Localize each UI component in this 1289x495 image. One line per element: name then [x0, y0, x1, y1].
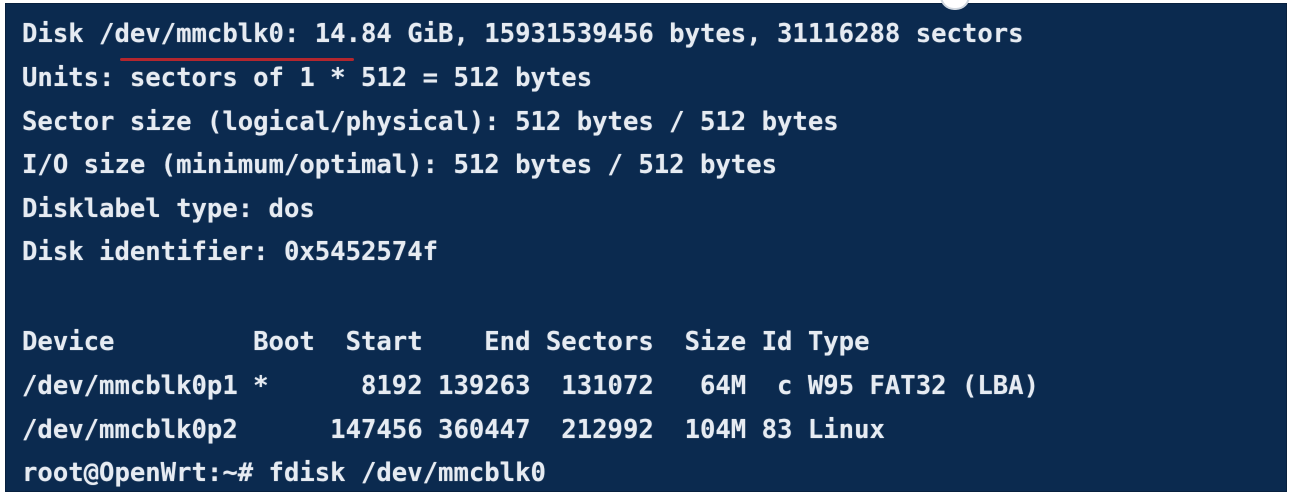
partition-row-1: /dev/mmcblk0p1 * 8192 139263 131072 64M … — [22, 371, 1039, 401]
partition-table-header: Device Boot Start End Sectors Size Id Ty… — [22, 327, 870, 357]
units-line: Units: sectors of 1 * 512 = 512 bytes — [22, 63, 593, 93]
partition-row-2: /dev/mmcblk0p2 147456 360447 212992 104M… — [22, 415, 885, 445]
window-notch — [940, 0, 970, 10]
disklabel-line: Disklabel type: dos — [22, 194, 315, 224]
terminal-window[interactable]: Disk /dev/mmcblk0: 14.84 GiB, 1593153945… — [5, 0, 1287, 492]
disk-summary-line: Disk /dev/mmcblk0: 14.84 GiB, 1593153945… — [22, 19, 1024, 49]
sector-size-line: Sector size (logical/physical): 512 byte… — [22, 107, 839, 137]
shell-prompt-line[interactable]: root@OpenWrt:~# fdisk /dev/mmcblk0 — [22, 457, 546, 489]
disk-identifier-line: Disk identifier: 0x5452574f — [22, 237, 439, 267]
device-path-underline — [120, 58, 354, 61]
io-size-line: I/O size (minimum/optimal): 512 bytes / … — [22, 150, 778, 180]
